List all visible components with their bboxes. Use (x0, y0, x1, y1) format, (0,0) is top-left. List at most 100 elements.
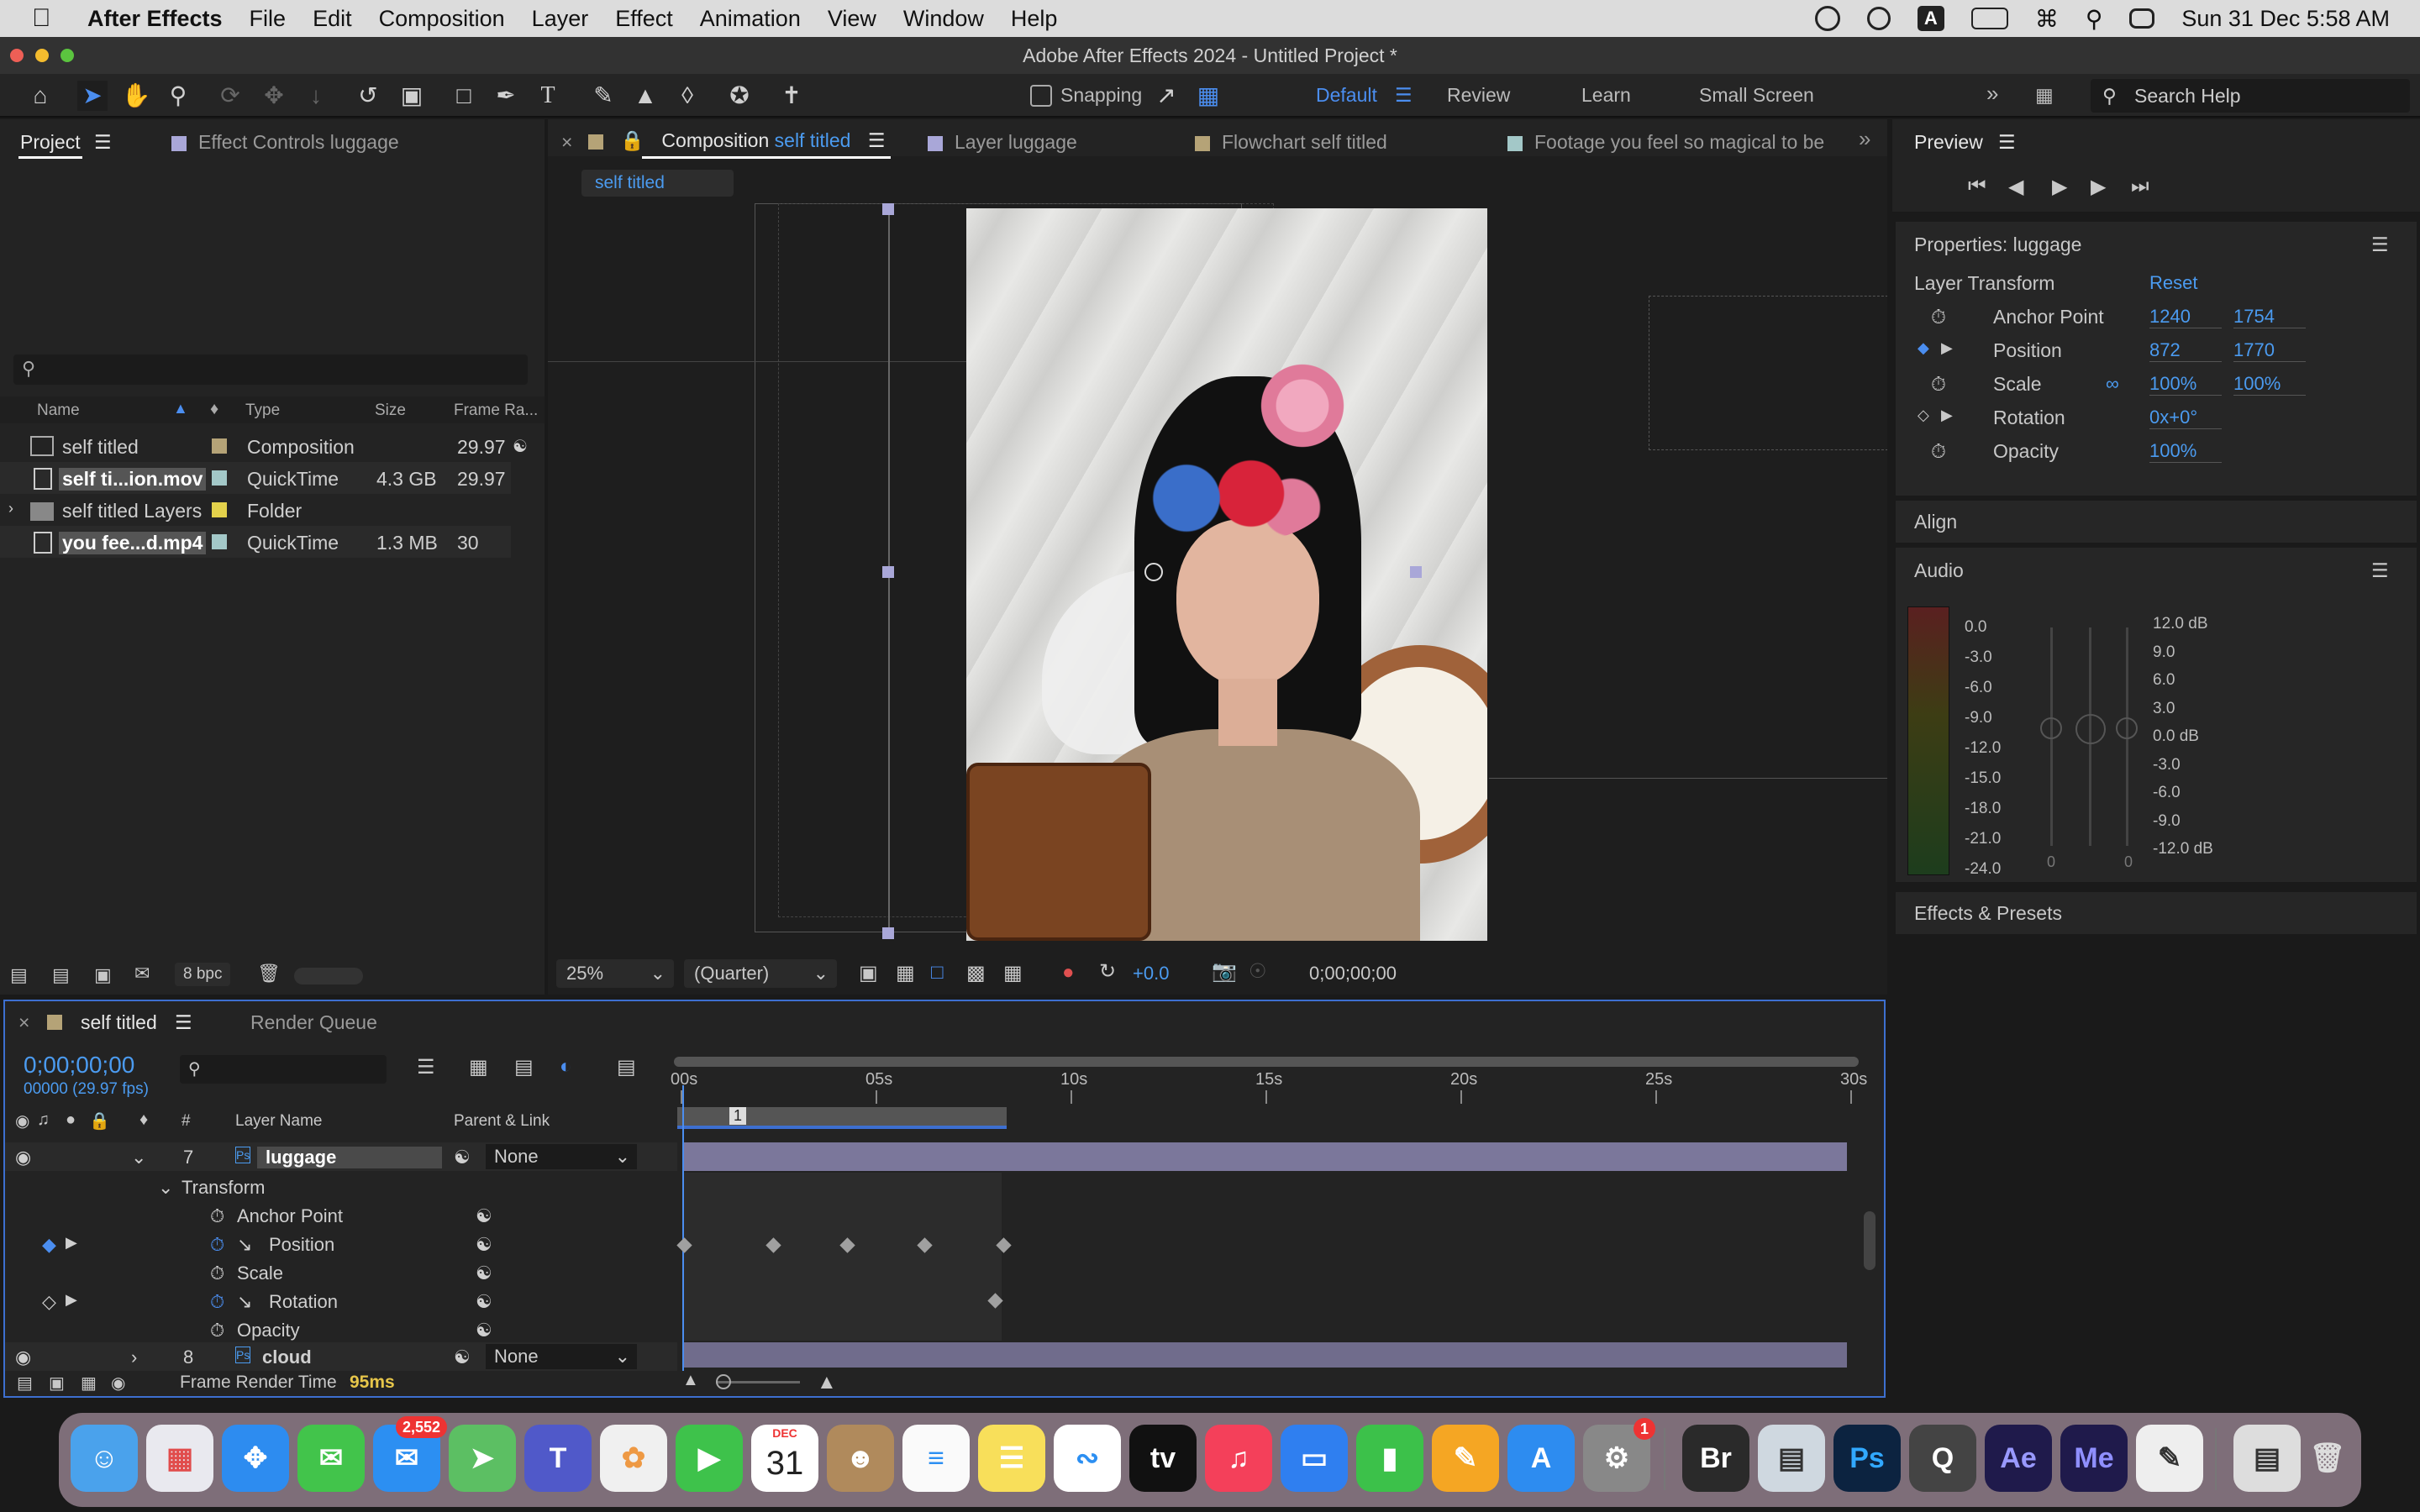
col-type[interactable]: Type (245, 402, 280, 420)
freeform-icon[interactable]: ∾ (1054, 1425, 1121, 1492)
snap-feature-icon[interactable]: ▦ (1193, 81, 1223, 111)
numbers-icon[interactable]: ▮ (1356, 1425, 1423, 1492)
work-area-bar[interactable]: 1 (677, 1107, 1007, 1129)
render-time-icon[interactable]: ◉ (111, 1373, 125, 1394)
position-x-field[interactable]: 872 (2149, 339, 2222, 362)
rotation-field[interactable]: 0x+0° (2149, 407, 2222, 429)
notes-icon[interactable]: ☰ (978, 1425, 1045, 1492)
downloads-stack-icon[interactable]: ▤ (2233, 1425, 2301, 1492)
workspace-default[interactable]: Default (1316, 84, 1377, 107)
solo-icon[interactable]: ● (66, 1110, 76, 1130)
last-frame-icon[interactable]: ⏭ (2131, 175, 2149, 198)
stopwatch-icon[interactable]: ⏱ (210, 1205, 224, 1227)
trash-icon[interactable]: 🗑 (257, 963, 281, 984)
preview-icon[interactable]: ▤ (1758, 1425, 1825, 1492)
parent-dropdown[interactable]: None ⌄ (486, 1144, 637, 1169)
zoom-dropdown[interactable]: 25% ⌄ (556, 959, 674, 988)
menu-effect[interactable]: Effect (615, 6, 673, 32)
minimize-window-button[interactable] (35, 49, 49, 62)
quicktime-icon[interactable]: Q (1909, 1425, 1976, 1492)
close-tab-icon[interactable]: × (561, 131, 572, 154)
col-name[interactable]: Name (37, 402, 80, 420)
transform-property-row[interactable]: ⏱ Opacity ☯ (5, 1315, 677, 1344)
graph-editor-icon[interactable]: ▤ (617, 1055, 636, 1079)
adjust-project-settings-icon[interactable]: ✉ (134, 963, 150, 984)
anchor-point-marker[interactable] (1144, 563, 1163, 581)
stopwatch-icon[interactable]: ⏱ (210, 1263, 224, 1284)
workspace-overflow-icon[interactable]: » (1986, 81, 1998, 107)
project-search-input[interactable]: ⚲ (13, 354, 528, 385)
composition-menu-icon[interactable]: ☰ (868, 129, 886, 151)
viewer-timecode[interactable]: 0;00;00;00 (1309, 963, 1397, 984)
messages-icon[interactable]: ✉ (297, 1425, 365, 1492)
transform-group[interactable]: ⌄ Transform (5, 1173, 677, 1201)
graph-icon[interactable]: ↘ (237, 1234, 252, 1256)
photoshop-icon[interactable]: Ps (1833, 1425, 1901, 1492)
graph-icon[interactable]: ↘ (237, 1291, 252, 1313)
expression-pickwhip-icon[interactable]: ☯ (476, 1234, 492, 1256)
keynote-icon[interactable]: ▭ (1281, 1425, 1348, 1492)
comp-canvas[interactable] (548, 203, 1887, 942)
workspace-review[interactable]: Review (1447, 84, 1510, 107)
sort-ascending-icon[interactable]: ▲ (173, 400, 188, 417)
col-parent-link[interactable]: Parent & Link (454, 1112, 550, 1131)
shy-layers-icon[interactable]: ▦ (469, 1055, 488, 1079)
keyframe-nav-icon[interactable]: ◆ (1918, 339, 1929, 357)
toggle-in-out-icon[interactable]: ▦ (81, 1373, 97, 1394)
timeline-menu-icon[interactable]: ☰ (175, 1011, 192, 1034)
project-item[interactable]: self ti...ion.mov QuickTime 4.3 GB 29.97 (0, 462, 511, 494)
scale-y-field[interactable]: 100% (2233, 373, 2306, 396)
rectangle-tool-icon[interactable]: □ (449, 81, 479, 111)
media-encoder-icon[interactable]: Me (2060, 1425, 2128, 1492)
disclosure-triangle-icon[interactable]: › (8, 500, 13, 517)
control-center-icon[interactable] (2129, 8, 2155, 29)
current-time-indicator[interactable] (682, 1085, 684, 1371)
contacts-icon[interactable]: ☻ (827, 1425, 894, 1492)
play-icon[interactable]: ▶ (2052, 175, 2067, 199)
next-frame-icon[interactable]: ▶ (2091, 175, 2106, 199)
snapshot-icon[interactable]: 📷 (1212, 959, 1237, 984)
stopwatch-icon[interactable]: ⏱ (210, 1291, 224, 1313)
properties-menu-icon[interactable]: ☰ (2371, 234, 2389, 256)
motion-blur-icon[interactable]: ◐ (560, 1055, 572, 1079)
time-ruler[interactable]: 00s 05s 10s 15s 20s 25s 30s (671, 1070, 1867, 1104)
parent-pickwhip-icon[interactable]: ☯ (454, 1347, 471, 1368)
keyframe-nav-icon[interactable]: ◇ (42, 1291, 56, 1313)
col-size[interactable]: Size (375, 402, 406, 420)
roto-brush-tool-icon[interactable]: ✪ (724, 81, 755, 111)
wifi-icon[interactable]: ⌘ (2035, 5, 2059, 33)
tab-effect-controls[interactable]: Effect Controls luggage (171, 131, 399, 154)
expand-icon[interactable]: ⌄ (158, 1177, 173, 1199)
time-navigator[interactable] (674, 1057, 1859, 1067)
stopwatch-icon[interactable]: ⏱ (1931, 373, 1946, 396)
tabs-overflow-icon[interactable]: » (1859, 126, 1870, 152)
keyframe-nav-icon[interactable]: ◇ (1918, 407, 1929, 424)
col-frame-rate[interactable]: Frame Ra... (454, 402, 538, 420)
transform-handle[interactable] (882, 927, 894, 939)
fast-previews-icon[interactable]: ▣ (859, 961, 878, 985)
bpc-button[interactable]: 8 bpc (175, 963, 231, 986)
finder-icon[interactable]: ☺ (71, 1425, 138, 1492)
zoom-out-icon[interactable]: ▲ (682, 1371, 699, 1390)
parent-pickwhip-icon[interactable]: ☯ (454, 1147, 471, 1168)
mail-icon[interactable]: ✉ 2,552 (373, 1416, 447, 1492)
col-layer-name[interactable]: Layer Name (235, 1112, 323, 1131)
next-keyframe-icon[interactable]: ▶ (1941, 407, 1953, 424)
lock-column-icon[interactable]: 🔒 (89, 1110, 110, 1131)
layer-eye-icon[interactable]: ◉ (15, 1147, 31, 1168)
slider-knob[interactable] (716, 1374, 731, 1389)
align-panel[interactable]: Align (1896, 501, 2417, 543)
transform-property-row[interactable]: ⏱ Anchor Point ☯ (5, 1201, 677, 1230)
transform-handle[interactable] (1410, 566, 1422, 578)
toggle-transfer-icon[interactable]: ▣ (49, 1373, 65, 1394)
battery-icon[interactable] (1970, 8, 2008, 29)
pan-camera-icon[interactable]: ✥ (259, 81, 289, 111)
eye-icon[interactable]: ◉ (15, 1110, 29, 1131)
hand-tool-icon[interactable]: ✋ (121, 81, 151, 111)
comp-breadcrumb[interactable]: self titled (581, 170, 734, 197)
next-keyframe-icon[interactable]: ▶ (66, 1291, 77, 1309)
next-keyframe-icon[interactable]: ▶ (66, 1234, 77, 1252)
audio-fader-knob[interactable] (2075, 714, 2106, 744)
expand-icon[interactable]: ⌄ (131, 1147, 146, 1168)
tv-icon[interactable]: tv (1129, 1425, 1197, 1492)
